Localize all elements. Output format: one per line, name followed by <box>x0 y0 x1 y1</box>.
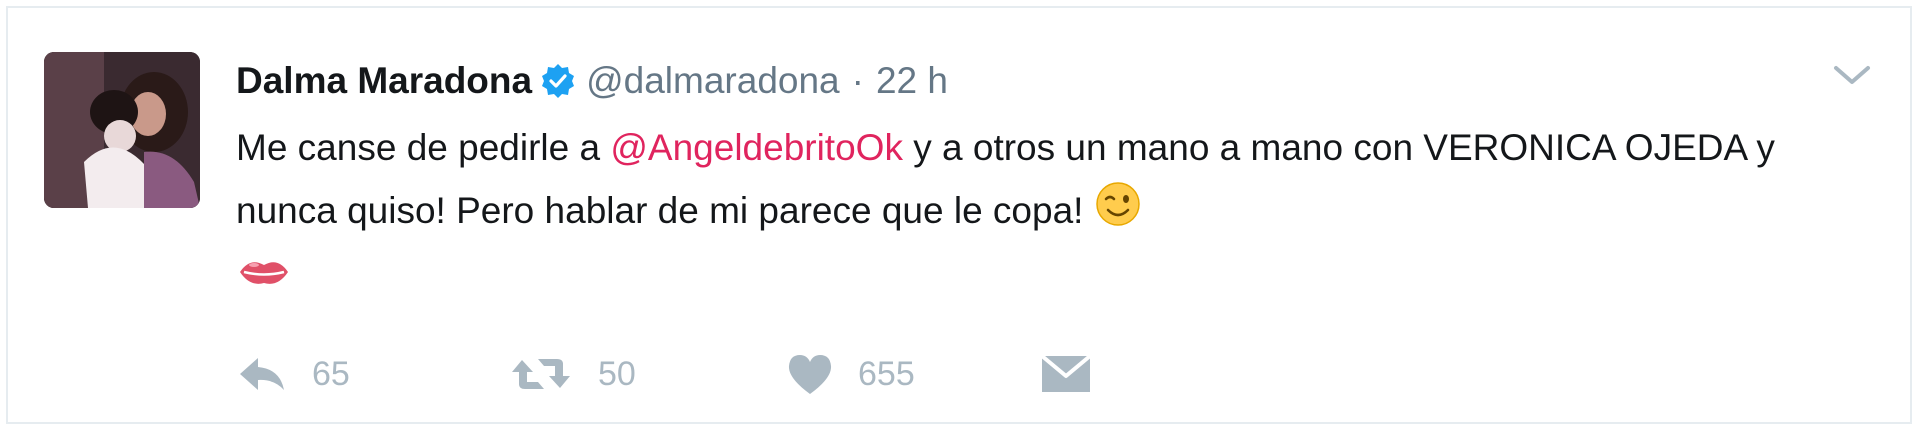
chevron-down-icon[interactable] <box>1830 58 1874 94</box>
tweet-actions: 65 50 655 <box>236 344 1100 404</box>
retweet-count: 50 <box>598 354 636 393</box>
reply-icon <box>240 358 284 390</box>
envelope-icon <box>1040 354 1092 392</box>
like-count: 655 <box>858 354 915 393</box>
display-name[interactable]: Dalma Maradona <box>236 60 532 102</box>
tweet-text: Me canse de pedirle a @AngeldebritoOk y … <box>236 116 1796 312</box>
winking-face-emoji-icon <box>1094 180 1142 247</box>
like-button[interactable]: 655 <box>786 352 1040 396</box>
retweet-icon <box>512 359 570 389</box>
meta-separator: · <box>851 60 864 101</box>
direct-message-button[interactable] <box>1040 352 1100 396</box>
mention-link[interactable]: @AngeldebritoOk <box>610 127 903 168</box>
kiss-mark-emoji-icon <box>236 249 292 312</box>
tweet-card: Dalma Maradona @dalmaradona · 22 h Me ca… <box>6 6 1912 424</box>
reply-button[interactable]: 65 <box>236 354 496 394</box>
tweet-timestamp[interactable]: 22 h <box>876 60 948 102</box>
retweet-button[interactable]: 50 <box>508 354 778 394</box>
reply-count: 65 <box>312 354 350 393</box>
tweet-text-part: Me canse de pedirle a <box>236 127 611 168</box>
screen-name[interactable]: @dalmaradona <box>586 60 840 102</box>
avatar[interactable] <box>44 52 200 208</box>
tweet-header: Dalma Maradona @dalmaradona · 22 h <box>236 56 948 106</box>
verified-badge-icon <box>540 63 576 99</box>
heart-icon <box>788 355 832 394</box>
